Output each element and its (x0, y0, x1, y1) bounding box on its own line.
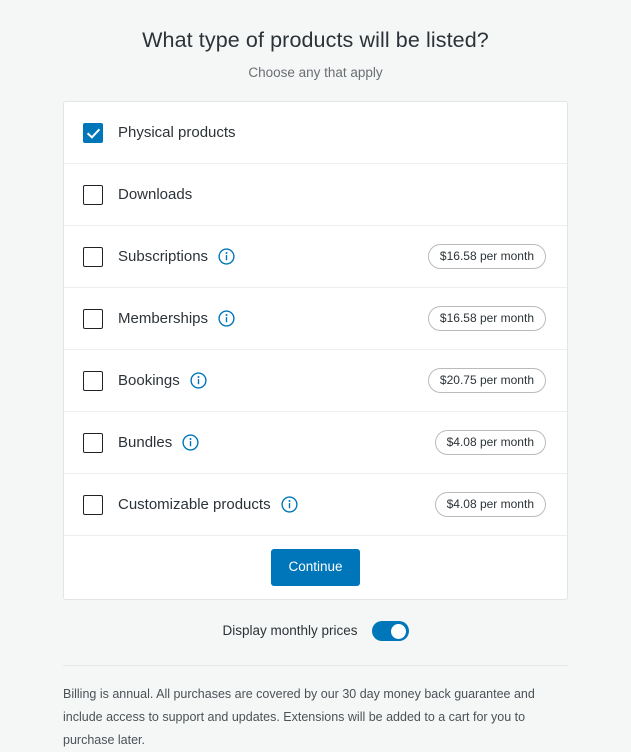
product-option-label: Downloads (118, 186, 193, 203)
display-monthly-prices-label: Display monthly prices (222, 623, 358, 639)
product-option-left: Bundles (83, 432, 435, 453)
info-circle-icon[interactable] (218, 248, 235, 265)
product-option-row[interactable]: Downloads (64, 164, 567, 226)
product-option-checkbox[interactable] (83, 308, 103, 329)
product-option-checkbox[interactable] (83, 432, 103, 453)
product-option-label: Bookings (118, 372, 180, 389)
product-options-list: Physical products Downloads Subscriptions $… (64, 102, 567, 536)
page-header: What type of products will be listed? Ch… (0, 0, 631, 81)
info-circle-icon[interactable] (280, 496, 298, 513)
product-option-checkbox[interactable] (83, 122, 103, 143)
product-option-row[interactable]: Subscriptions $16.58 per month (64, 226, 567, 288)
product-option-left: Downloads (83, 184, 546, 205)
product-option-row[interactable]: Bundles $4.08 per month (64, 412, 567, 474)
info-circle-icon[interactable] (218, 310, 235, 327)
product-option-row[interactable]: Customizable products $4.08 per month (64, 474, 567, 536)
product-option-checkbox[interactable] (83, 494, 103, 515)
product-type-onboarding-page: What type of products will be listed? Ch… (0, 0, 631, 747)
product-option-label: Memberships (118, 310, 209, 327)
display-monthly-prices-row: Display monthly prices (0, 621, 631, 641)
info-circle-icon[interactable] (190, 372, 207, 389)
product-option-checkbox[interactable] (83, 184, 103, 205)
product-type-card: Physical products Downloads Subscriptions $… (63, 101, 568, 600)
continue-row: Continue (64, 536, 567, 599)
toggle-knob (391, 623, 407, 639)
product-option-label: Bundles (118, 434, 173, 451)
product-option-left: Subscriptions (83, 246, 428, 267)
product-option-left: Physical products (83, 122, 546, 143)
product-option-label: Physical products (118, 124, 236, 141)
info-circle-icon[interactable] (182, 434, 199, 451)
price-badge: $16.58 per month (427, 306, 546, 331)
page-title: What type of products will be listed? (142, 28, 489, 52)
product-option-row[interactable]: Memberships $16.58 per month (64, 288, 567, 350)
product-option-row[interactable]: Bookings $20.75 per month (64, 350, 567, 412)
product-option-label: Subscriptions (118, 248, 209, 265)
product-option-checkbox[interactable] (83, 370, 103, 391)
footer-divider (63, 665, 568, 666)
billing-note: Billing is annual. All purchases are cov… (63, 687, 535, 748)
product-option-row[interactable]: Physical products (64, 102, 567, 164)
product-option-checkbox[interactable] (83, 246, 103, 267)
product-option-left: Bookings (83, 370, 428, 391)
page-subtitle: Choose any that apply (248, 64, 383, 80)
product-option-left: Memberships (83, 308, 428, 329)
price-badge: $4.08 per month (434, 430, 546, 455)
product-option-label: Customizable products (118, 496, 271, 513)
price-badge: $20.75 per month (427, 368, 546, 393)
continue-button[interactable]: Continue (271, 549, 360, 586)
price-badge: $16.58 per month (427, 244, 546, 269)
product-option-left: Customizable products (83, 494, 435, 515)
display-monthly-prices-toggle[interactable] (371, 621, 409, 641)
price-badge: $4.08 per month (434, 492, 546, 517)
